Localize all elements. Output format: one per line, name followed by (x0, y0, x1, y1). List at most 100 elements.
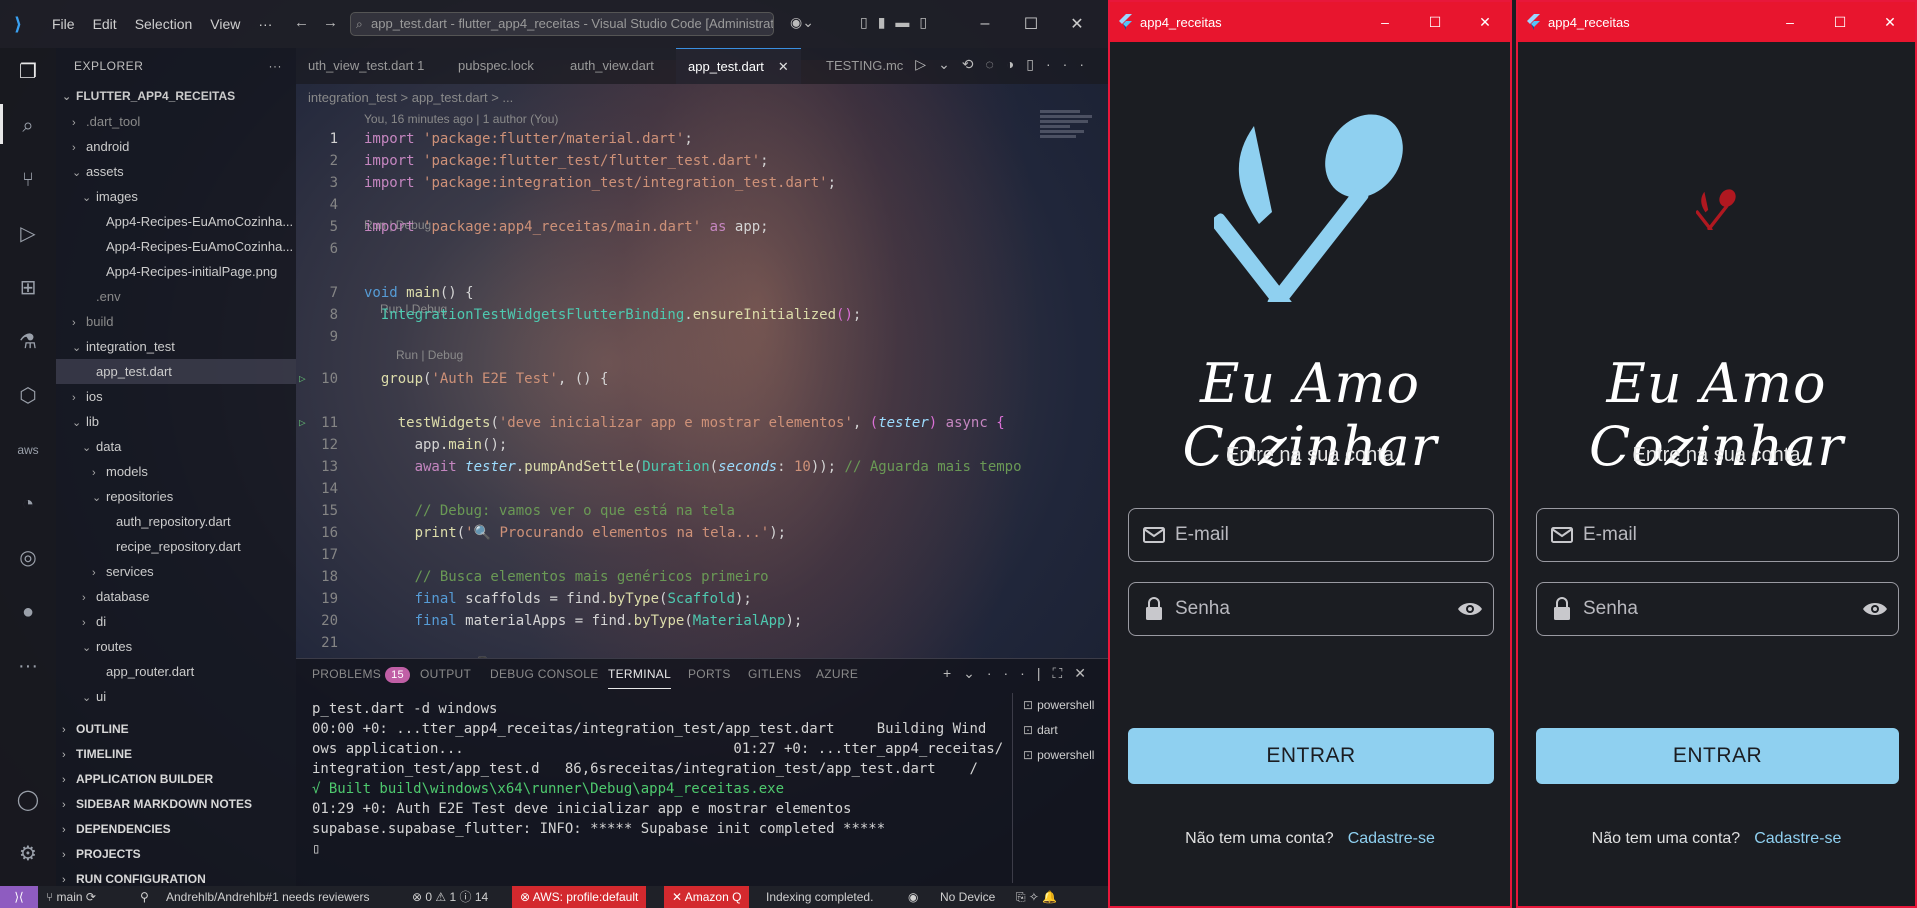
eye-icon[interactable] (1457, 583, 1483, 635)
gear-icon[interactable]: ⚙ (16, 842, 40, 866)
tree-folder[interactable]: ⌄ images (56, 184, 296, 209)
close-icon[interactable]: ✕ (1054, 14, 1100, 34)
run-test-icon[interactable]: ▷ (299, 368, 306, 390)
menu-file[interactable]: File (52, 16, 75, 32)
terminal-item[interactable]: ⊡ dart (1013, 718, 1108, 743)
tree-folder[interactable]: ⌄ integration_test (56, 334, 296, 359)
password-field[interactable]: Senha (1536, 582, 1899, 636)
account-icon[interactable]: ◯ (16, 788, 40, 812)
tree-file[interactable]: app_test.dart (56, 359, 296, 384)
problems-status[interactable]: ⊗ 0 ⚠ 1 ⓘ 14 (412, 886, 488, 908)
more-icon[interactable]: ··· (16, 654, 40, 678)
tab-pubspec-lock[interactable]: pubspec.lock (446, 48, 546, 84)
search-icon[interactable]: ⌕ (16, 114, 40, 138)
signup-link[interactable]: Cadastre-se (1348, 830, 1435, 847)
device-status[interactable]: No Device (940, 886, 995, 908)
tab-debug-console[interactable]: DEBUG CONSOLE (490, 659, 599, 689)
code-line[interactable]: 13 await tester.pumpAndSettle(Duration(s… (296, 456, 1108, 478)
tree-folder[interactable]: › models (56, 459, 296, 484)
tree-folder[interactable]: › android (56, 134, 296, 159)
tree-folder[interactable]: › services (56, 559, 296, 584)
tab-app-test[interactable]: app_test.dart ✕ (676, 48, 801, 84)
status-icons[interactable]: ⎘ ✧ 🔔 (1016, 886, 1057, 908)
tree-folder[interactable]: ⌄ data (56, 434, 296, 459)
sidebar-section[interactable]: › DEPENDENCIES (56, 817, 296, 842)
tree-file[interactable]: recipe_repository.dart (56, 534, 296, 559)
code-line[interactable]: 8 IntegrationTestWidgetsFlutterBinding.e… (296, 304, 1108, 326)
remote-indicator-icon[interactable]: ⟩⟨ (0, 886, 38, 908)
code-line[interactable]: 16 print('🔍 Procurando elementos na tela… (296, 522, 1108, 544)
login-button[interactable]: ENTRAR (1536, 728, 1899, 784)
tab-problems[interactable]: PROBLEMS 15 (312, 659, 410, 689)
gitlens-icon[interactable]: ◔ (16, 492, 40, 516)
remote-icon[interactable]: ◎ (16, 546, 40, 570)
minimize-icon[interactable]: – (962, 15, 1008, 33)
tree-folder[interactable]: ⌄ routes (56, 634, 296, 659)
tab-auth-view[interactable]: auth_view.dart (558, 48, 666, 84)
code-line[interactable]: 15 // Debug: vamos ver o que está na tel… (296, 500, 1108, 522)
email-field[interactable]: E-mail (1128, 508, 1494, 562)
email-field[interactable]: E-mail (1536, 508, 1899, 562)
editor-actions-icons[interactable]: ▷⌄⟲◌◑▯··· (915, 56, 1096, 73)
copilot-status-icon[interactable]: ◉ (908, 886, 918, 908)
close-icon[interactable]: ✕ (1865, 14, 1915, 31)
menu-view[interactable]: View (210, 16, 240, 32)
aws-profile-status[interactable]: ⊗ AWS: profile:default (512, 886, 647, 908)
code-line[interactable]: 3 import 'package:integration_test/integr… (296, 172, 1108, 194)
password-field[interactable]: Senha (1128, 582, 1494, 636)
tab-ports[interactable]: PORTS (688, 659, 731, 689)
menu-edit[interactable]: Edit (93, 16, 117, 32)
tree-folder[interactable]: › database (56, 584, 296, 609)
login-button[interactable]: ENTRAR (1128, 728, 1494, 784)
command-center-search[interactable]: ⌕ app_test.dart - flutter_app4_receitas … (350, 12, 774, 36)
source-control-icon[interactable]: ⑂ (16, 168, 40, 192)
signup-link[interactable]: Cadastre-se (1754, 830, 1841, 847)
run-debug-icon[interactable]: ▷ (16, 222, 40, 246)
code-line[interactable]: 19 final scaffolds = find.byType(Scaffol… (296, 588, 1108, 610)
tree-folder[interactable]: › di (56, 609, 296, 634)
tree-file[interactable]: app_router.dart (56, 659, 296, 684)
run-test-icon[interactable]: ▷ (299, 412, 306, 434)
code-line[interactable]: 2 import 'package:flutter_test/flutter_te… (296, 150, 1108, 172)
blame-annotation[interactable]: You, 16 minutes ago | 1 author (You) (364, 110, 558, 128)
code-line[interactable]: 21 (296, 632, 1108, 654)
sidebar-section[interactable]: › OUTLINE (56, 717, 296, 742)
layout-toggle-icons[interactable]: ▯▮▬▯ (860, 14, 937, 31)
tab-gitlens[interactable]: GITLENS (748, 659, 801, 689)
code-line[interactable]: 17 (296, 544, 1108, 566)
tree-folder[interactable]: ⌄ lib (56, 409, 296, 434)
pr-status[interactable]: Andrehlb/Andrehlb#1 needs reviewers (166, 886, 369, 908)
close-icon[interactable]: ✕ (1460, 14, 1510, 31)
close-tab-icon[interactable]: ✕ (778, 59, 789, 74)
code-line[interactable]: 11 ▷ testWidgets('deve inicializar app e … (296, 412, 1108, 434)
tree-folder[interactable]: › ios (56, 384, 296, 409)
code-line[interactable]: 7 void main() { (296, 282, 1108, 304)
tab-auth-view-test[interactable]: uth_view_test.dart 1 (296, 48, 436, 84)
more-actions-icon[interactable]: ··· (269, 48, 283, 84)
code-line[interactable]: 6 (296, 238, 1108, 260)
copilot-icon[interactable]: ◉⌄ (790, 14, 814, 31)
tab-output[interactable]: OUTPUT (420, 659, 471, 689)
code-line[interactable]: 1 import 'package:flutter/material.dart'; (296, 128, 1108, 150)
sidebar-section[interactable]: › SIDEBAR MARKDOWN NOTES (56, 792, 296, 817)
tree-file[interactable]: App4-Recipes-EuAmoCozinha... (56, 209, 296, 234)
tree-file[interactable]: App4-Recipes-EuAmoCozinha... (56, 234, 296, 259)
code-line[interactable]: 14 (296, 478, 1108, 500)
tab-terminal[interactable]: TERMINAL (608, 659, 672, 689)
tab-testing-md[interactable]: TESTING.mc (814, 48, 915, 84)
tree-folder[interactable]: ⌄ ui (56, 684, 296, 709)
code-line[interactable]: 5 import 'package:app4_receitas/main.dart… (296, 216, 1108, 238)
eye-icon[interactable] (1862, 583, 1888, 635)
code-line[interactable]: 9 (296, 326, 1108, 348)
tree-folder[interactable]: › build (56, 309, 296, 334)
code-line[interactable]: 10 ▷ group('Auth E2E Test', () { (296, 368, 1108, 390)
code-editor[interactable]: You, 16 minutes ago | 1 author (You) Run… (296, 110, 1108, 658)
maximize-icon[interactable]: ☐ (1008, 14, 1054, 34)
extensions-icon[interactable]: ⊞ (16, 276, 40, 300)
sidebar-section[interactable]: › TIMELINE (56, 742, 296, 767)
sidebar-section[interactable]: › APPLICATION BUILDER (56, 767, 296, 792)
tree-file[interactable]: auth_repository.dart (56, 509, 296, 534)
minimize-icon[interactable]: – (1360, 14, 1410, 30)
flutter-icon[interactable]: ⬡ (16, 384, 40, 408)
tab-azure[interactable]: AZURE (816, 659, 858, 689)
